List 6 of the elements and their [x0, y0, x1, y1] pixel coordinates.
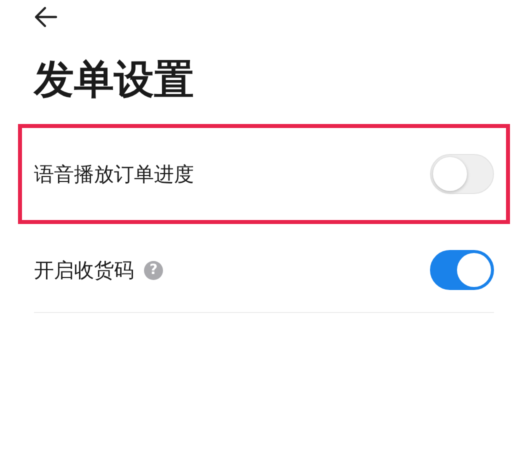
- back-arrow-icon[interactable]: [34, 6, 58, 28]
- page-title: 发单设置: [34, 56, 195, 104]
- help-icon[interactable]: ?: [144, 260, 163, 280]
- toggle-switch[interactable]: [430, 250, 494, 290]
- setting-label: 语音播放订单进度: [34, 160, 194, 188]
- setting-label: 开启收货码: [34, 256, 134, 284]
